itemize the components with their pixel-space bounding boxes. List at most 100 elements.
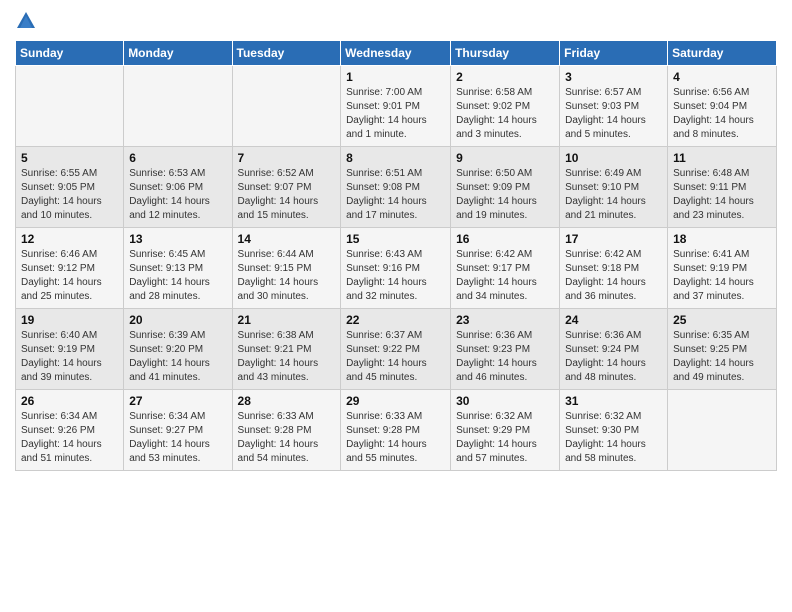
day-number: 4 — [673, 70, 771, 84]
logo-icon — [15, 10, 37, 32]
calendar-day-25: 25Sunrise: 6:35 AM Sunset: 9:25 PM Dayli… — [668, 309, 777, 390]
day-number: 5 — [21, 151, 118, 165]
day-number: 13 — [129, 232, 226, 246]
calendar-day-6: 6 Sunrise: 6:53 AM Sunset: 9:06 PM Daylig… — [124, 147, 232, 228]
calendar-page: SundayMondayTuesdayWednesdayThursdayFrid… — [0, 0, 792, 612]
weekday-header-row: SundayMondayTuesdayWednesdayThursdayFrid… — [16, 41, 777, 66]
day-number: 17 — [565, 232, 662, 246]
day-info: Sunrise: 6:46 AM Sunset: 9:12 PM Dayligh… — [21, 248, 118, 304]
day-number: 28 — [238, 394, 336, 408]
day-info: Sunrise: 6:50 AM Sunset: 9:09 PM Dayligh… — [456, 167, 554, 223]
weekday-header-monday: Monday — [124, 41, 232, 66]
calendar-day-7: 7 Sunrise: 6:52 AM Sunset: 9:07 PM Daylig… — [232, 147, 341, 228]
calendar-week-row: 12 Sunrise: 6:46 AM Sunset: 9:12 PM Dayli… — [16, 228, 777, 309]
calendar-day-29: 29 Sunrise: 6:33 AM Sunset: 9:28 PM Dayli… — [341, 390, 451, 471]
day-info: Sunrise: 6:48 AM Sunset: 9:11 PM Dayligh… — [673, 167, 771, 223]
day-number: 14 — [238, 232, 336, 246]
calendar-day-8: 8 Sunrise: 6:51 AM Sunset: 9:08 PM Daylig… — [341, 147, 451, 228]
calendar-day-19: 19 Sunrise: 6:40 AM Sunset: 9:19 PM Dayli… — [16, 309, 124, 390]
day-info: Sunrise: 6:41 AM Sunset: 9:19 PM Dayligh… — [673, 248, 771, 304]
day-number: 6 — [129, 151, 226, 165]
day-info: Sunrise: 6:42 AM Sunset: 9:17 PM Dayligh… — [456, 248, 554, 304]
day-number: 11 — [673, 151, 771, 165]
day-number: 26 — [21, 394, 118, 408]
weekday-header-tuesday: Tuesday — [232, 41, 341, 66]
calendar-day-26: 26 Sunrise: 6:34 AM Sunset: 9:26 PM Dayli… — [16, 390, 124, 471]
page-header — [15, 10, 777, 32]
calendar-day-16: 16 Sunrise: 6:42 AM Sunset: 9:17 PM Dayli… — [451, 228, 560, 309]
calendar-week-row: 1 Sunrise: 7:00 AM Sunset: 9:01 PM Daylig… — [16, 66, 777, 147]
weekday-header-sunday: Sunday — [16, 41, 124, 66]
weekday-header-saturday: Saturday — [668, 41, 777, 66]
calendar-day-27: 27Sunrise: 6:34 AM Sunset: 9:27 PM Dayli… — [124, 390, 232, 471]
day-info: Sunrise: 6:57 AM Sunset: 9:03 PM Dayligh… — [565, 86, 662, 142]
day-number: 2 — [456, 70, 554, 84]
day-info: Sunrise: 6:32 AM Sunset: 9:29 PM Dayligh… — [456, 410, 554, 466]
day-info: Sunrise: 6:53 AM Sunset: 9:06 PM Dayligh… — [129, 167, 226, 223]
day-number: 12 — [21, 232, 118, 246]
day-info: Sunrise: 6:40 AM Sunset: 9:19 PM Dayligh… — [21, 329, 118, 385]
day-number: 1 — [346, 70, 445, 84]
day-number: 16 — [456, 232, 554, 246]
day-number: 3 — [565, 70, 662, 84]
day-info: Sunrise: 6:34 AM Sunset: 9:27 PM Dayligh… — [129, 410, 226, 466]
day-number: 24 — [565, 313, 662, 327]
day-info: Sunrise: 6:43 AM Sunset: 9:16 PM Dayligh… — [346, 248, 445, 304]
day-info: Sunrise: 6:38 AM Sunset: 9:21 PM Dayligh… — [238, 329, 336, 385]
calendar-day-12: 12 Sunrise: 6:46 AM Sunset: 9:12 PM Dayli… — [16, 228, 124, 309]
day-number: 25 — [673, 313, 771, 327]
weekday-header-wednesday: Wednesday — [341, 41, 451, 66]
day-number: 7 — [238, 151, 336, 165]
calendar-day-11: 11 Sunrise: 6:48 AM Sunset: 9:11 PM Dayli… — [668, 147, 777, 228]
day-number: 23 — [456, 313, 554, 327]
day-info: Sunrise: 6:33 AM Sunset: 9:28 PM Dayligh… — [238, 410, 336, 466]
calendar-day-24: 24Sunrise: 6:36 AM Sunset: 9:24 PM Dayli… — [560, 309, 668, 390]
calendar-day-15: 15 Sunrise: 6:43 AM Sunset: 9:16 PM Dayli… — [341, 228, 451, 309]
day-info: Sunrise: 6:49 AM Sunset: 9:10 PM Dayligh… — [565, 167, 662, 223]
calendar-day-5: 5Sunrise: 6:55 AM Sunset: 9:05 PM Daylig… — [16, 147, 124, 228]
calendar-day-23: 23 Sunrise: 6:36 AM Sunset: 9:23 PM Dayli… — [451, 309, 560, 390]
calendar-table: SundayMondayTuesdayWednesdayThursdayFrid… — [15, 40, 777, 471]
day-number: 15 — [346, 232, 445, 246]
day-info: Sunrise: 6:45 AM Sunset: 9:13 PM Dayligh… — [129, 248, 226, 304]
calendar-week-row: 5Sunrise: 6:55 AM Sunset: 9:05 PM Daylig… — [16, 147, 777, 228]
day-info: Sunrise: 6:39 AM Sunset: 9:20 PM Dayligh… — [129, 329, 226, 385]
day-info: Sunrise: 6:51 AM Sunset: 9:08 PM Dayligh… — [346, 167, 445, 223]
calendar-day-21: 21 Sunrise: 6:38 AM Sunset: 9:21 PM Dayli… — [232, 309, 341, 390]
day-number: 9 — [456, 151, 554, 165]
day-number: 30 — [456, 394, 554, 408]
day-info: Sunrise: 6:32 AM Sunset: 9:30 PM Dayligh… — [565, 410, 662, 466]
weekday-header-friday: Friday — [560, 41, 668, 66]
calendar-day-18: 18 Sunrise: 6:41 AM Sunset: 9:19 PM Dayli… — [668, 228, 777, 309]
day-info: Sunrise: 7:00 AM Sunset: 9:01 PM Dayligh… — [346, 86, 445, 142]
day-number: 19 — [21, 313, 118, 327]
day-info: Sunrise: 6:33 AM Sunset: 9:28 PM Dayligh… — [346, 410, 445, 466]
day-number: 29 — [346, 394, 445, 408]
calendar-week-row: 19 Sunrise: 6:40 AM Sunset: 9:19 PM Dayli… — [16, 309, 777, 390]
logo — [15, 10, 39, 32]
calendar-empty-cell — [16, 66, 124, 147]
calendar-day-14: 14Sunrise: 6:44 AM Sunset: 9:15 PM Dayli… — [232, 228, 341, 309]
day-info: Sunrise: 6:34 AM Sunset: 9:26 PM Dayligh… — [21, 410, 118, 466]
calendar-day-1: 1 Sunrise: 7:00 AM Sunset: 9:01 PM Daylig… — [341, 66, 451, 147]
day-info: Sunrise: 6:37 AM Sunset: 9:22 PM Dayligh… — [346, 329, 445, 385]
calendar-day-17: 17Sunrise: 6:42 AM Sunset: 9:18 PM Dayli… — [560, 228, 668, 309]
day-info: Sunrise: 6:58 AM Sunset: 9:02 PM Dayligh… — [456, 86, 554, 142]
calendar-day-30: 30 Sunrise: 6:32 AM Sunset: 9:29 PM Dayli… — [451, 390, 560, 471]
calendar-day-2: 2 Sunrise: 6:58 AM Sunset: 9:02 PM Daylig… — [451, 66, 560, 147]
day-number: 8 — [346, 151, 445, 165]
day-number: 31 — [565, 394, 662, 408]
calendar-day-22: 22Sunrise: 6:37 AM Sunset: 9:22 PM Dayli… — [341, 309, 451, 390]
day-info: Sunrise: 6:52 AM Sunset: 9:07 PM Dayligh… — [238, 167, 336, 223]
weekday-header-thursday: Thursday — [451, 41, 560, 66]
calendar-week-row: 26 Sunrise: 6:34 AM Sunset: 9:26 PM Dayli… — [16, 390, 777, 471]
day-number: 21 — [238, 313, 336, 327]
calendar-empty-cell — [668, 390, 777, 471]
calendar-day-10: 10Sunrise: 6:49 AM Sunset: 9:10 PM Dayli… — [560, 147, 668, 228]
calendar-day-9: 9 Sunrise: 6:50 AM Sunset: 9:09 PM Daylig… — [451, 147, 560, 228]
day-info: Sunrise: 6:56 AM Sunset: 9:04 PM Dayligh… — [673, 86, 771, 142]
calendar-day-20: 20Sunrise: 6:39 AM Sunset: 9:20 PM Dayli… — [124, 309, 232, 390]
day-number: 18 — [673, 232, 771, 246]
calendar-day-4: 4 Sunrise: 6:56 AM Sunset: 9:04 PM Daylig… — [668, 66, 777, 147]
day-info: Sunrise: 6:36 AM Sunset: 9:23 PM Dayligh… — [456, 329, 554, 385]
